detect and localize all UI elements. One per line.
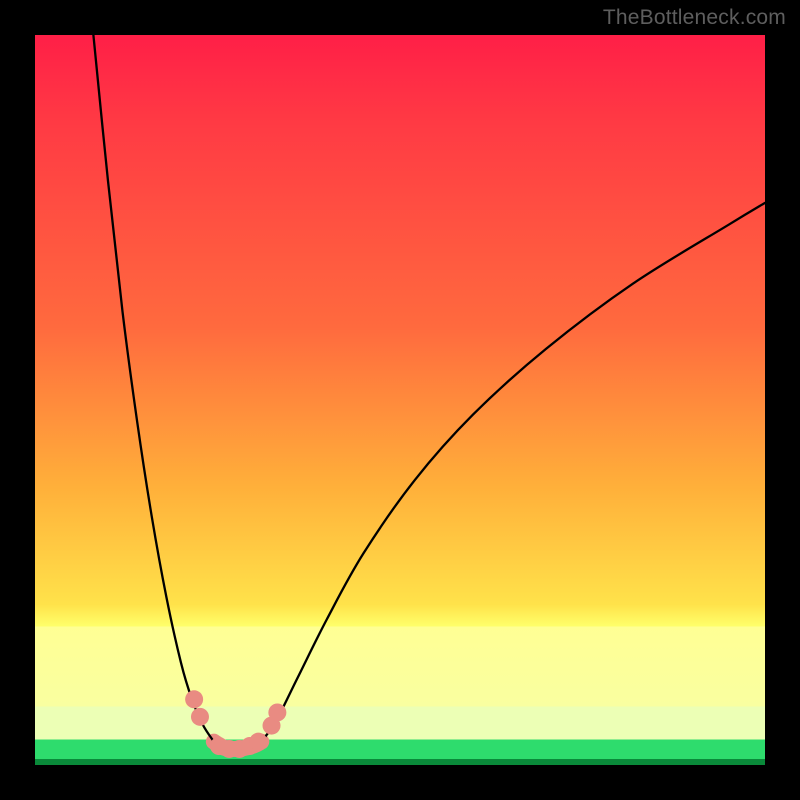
marker-dot-0 [185, 690, 203, 708]
marker-dot-6 [249, 733, 267, 751]
curve-left-branch [93, 35, 213, 742]
chart-markers [185, 690, 286, 758]
chart-curves [93, 35, 765, 749]
curve-right-branch [261, 203, 765, 742]
chart-frame: TheBottleneck.com [0, 0, 800, 800]
marker-dot-8 [268, 703, 286, 721]
chart-plot-area [35, 35, 765, 765]
watermark-text: TheBottleneck.com [603, 6, 786, 30]
marker-dot-1 [191, 708, 209, 726]
chart-svg [35, 35, 765, 765]
